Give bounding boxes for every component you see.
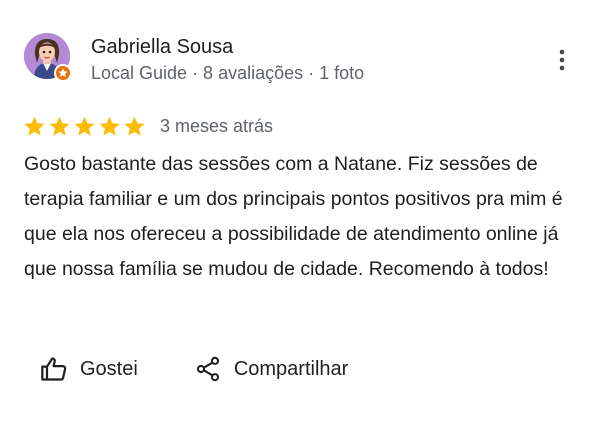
share-button[interactable]: Compartilhar — [194, 352, 348, 386]
review-date: 3 meses atrás — [160, 115, 274, 136]
star-icon — [99, 116, 120, 136]
star-icon — [49, 116, 70, 136]
review-card: Gabriella Sousa Local Guide · 8 avaliaçõ… — [0, 0, 602, 435]
share-icon — [196, 356, 219, 382]
review-actions: Gostei Compartilhar — [40, 352, 348, 386]
rating-row: 3 meses atrás — [23, 113, 273, 139]
thumb-up-icon — [41, 357, 67, 381]
star-icon — [124, 116, 145, 136]
share-label: Compartilhar — [233, 357, 349, 380]
star-icon — [24, 116, 45, 136]
like-label: Gostei — [80, 357, 138, 380]
star-icon — [74, 116, 95, 136]
more-vert-icon — [559, 49, 565, 71]
more-options-button[interactable] — [550, 44, 574, 74]
star-rating — [23, 115, 146, 138]
reviewer-meta[interactable]: Local Guide · 8 avaliações · 1 foto — [91, 62, 364, 84]
review-text: Gosto bastante das sessões com a Natane.… — [24, 153, 563, 280]
reviewer-avatar[interactable] — [24, 33, 74, 83]
reviewer-name[interactable]: Gabriella Sousa — [91, 35, 233, 59]
like-button[interactable]: Gostei — [40, 352, 138, 386]
local-guide-badge-icon — [54, 64, 72, 82]
